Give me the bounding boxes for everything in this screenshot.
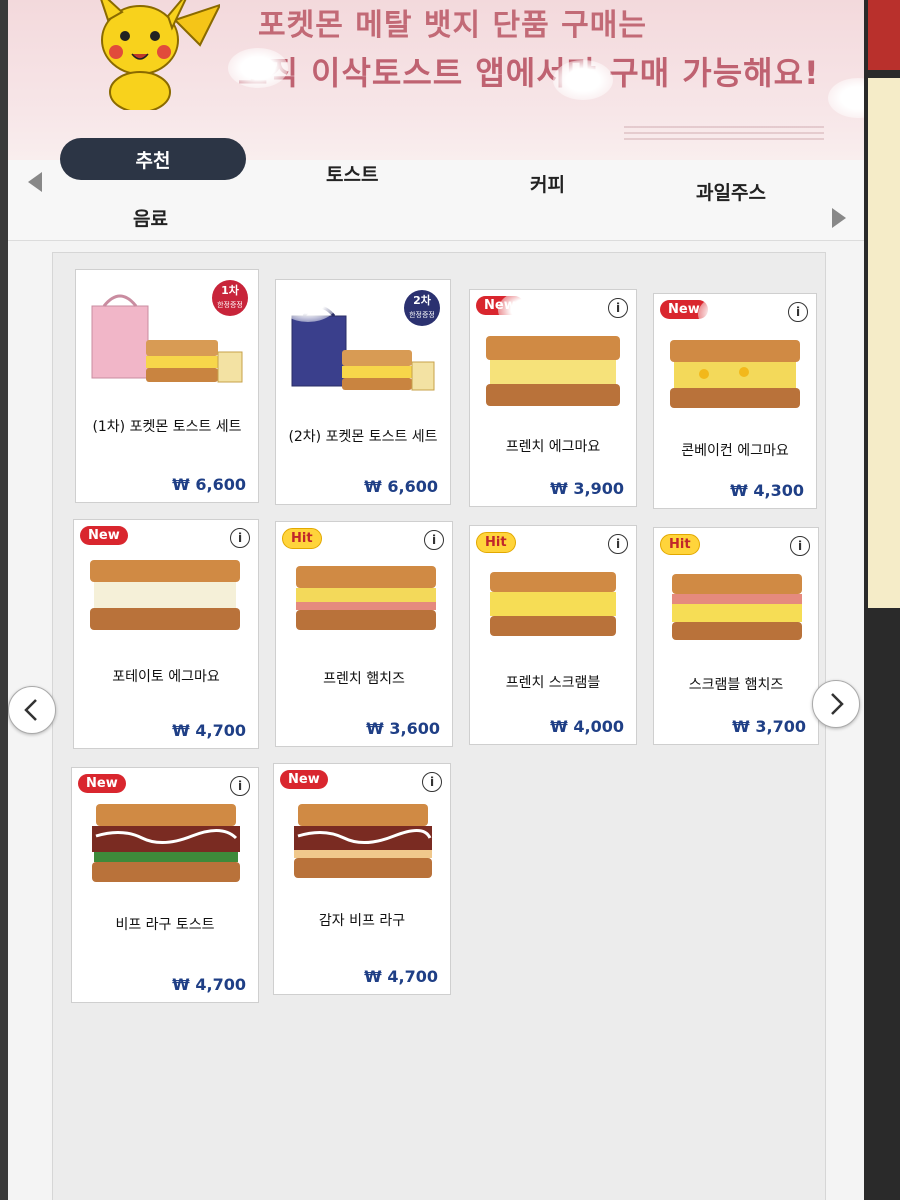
- product-price: ₩ 4,700: [172, 975, 246, 994]
- banner-subline: 오직 이삭토스트 앱에서만 구매 가능해요!: [238, 54, 820, 92]
- product-price: ₩ 6,600: [364, 477, 438, 496]
- product-card[interactable]: Hit i 스크램블 햄치즈 ₩ 3,700: [653, 527, 819, 745]
- hit-badge: Hit: [476, 532, 516, 553]
- tab-toast[interactable]: 토스트: [326, 160, 378, 187]
- info-icon[interactable]: i: [788, 302, 808, 322]
- product-name: 스크램블 햄치즈: [688, 677, 784, 693]
- product-card[interactable]: Hit i 프렌치 스크램블 ₩ 4,000: [469, 525, 637, 745]
- product-image: [296, 566, 436, 630]
- screen-glare: [553, 60, 613, 100]
- category-tabs: 추천 토스트 커피 과일주스 음료: [8, 138, 864, 241]
- product-image: [672, 574, 802, 640]
- sticky-note: [868, 78, 900, 608]
- device-frame-left: [0, 0, 8, 1200]
- info-icon[interactable]: i: [230, 776, 250, 796]
- product-card[interactable]: New i 프렌치 에그마요 ₩ 3,900: [469, 289, 637, 507]
- product-card[interactable]: New i 감자 비프 라구 ₩ 4,700: [273, 763, 451, 995]
- screen-glare: [228, 48, 288, 88]
- kiosk-screen: 포켓몬 메탈 뱃지 단품 구매는 오직 이삭토스트 앱에서만 구매 가능해요! …: [8, 0, 864, 1200]
- round-badge: 1차 한정증정: [212, 280, 248, 316]
- product-card[interactable]: New i 포테이토 에그마요 ₩ 4,700: [73, 519, 259, 749]
- screen-glare: [828, 78, 864, 118]
- screen-glare: [498, 290, 558, 330]
- banner-headline: 포켓몬 메탈 뱃지 단품 구매는: [258, 8, 647, 43]
- tab-fruit-juice[interactable]: 과일주스: [696, 178, 766, 205]
- new-badge: New: [280, 770, 328, 789]
- page-prev-button[interactable]: [8, 686, 56, 734]
- product-name: 비프 라구 토스트: [115, 917, 215, 933]
- product-name: 콘베이컨 에그마요: [681, 443, 789, 459]
- chevron-left-icon: [24, 699, 37, 721]
- product-image: [92, 804, 240, 882]
- tab-next-icon[interactable]: [830, 206, 848, 230]
- product-image: [90, 560, 240, 630]
- round-badge: 2차 한정증정: [404, 290, 440, 326]
- screen-glare: [698, 294, 758, 334]
- product-image: [490, 572, 616, 636]
- product-card[interactable]: Hit i 프렌치 햄치즈 ₩ 3,600: [275, 521, 453, 747]
- product-image: [294, 804, 432, 878]
- product-name: 감자 비프 라구: [318, 913, 406, 929]
- product-price: ₩ 4,700: [364, 967, 438, 986]
- product-name: (2차) 포켓몬 토스트 세트: [288, 429, 438, 445]
- info-icon[interactable]: i: [790, 536, 810, 556]
- product-name: 포테이토 에그마요: [112, 669, 220, 685]
- pikachu-illustration: [100, 0, 220, 110]
- info-icon[interactable]: i: [608, 298, 628, 318]
- product-name: 프렌치 스크램블: [505, 675, 601, 691]
- product-price: ₩ 3,900: [550, 479, 624, 498]
- info-icon[interactable]: i: [608, 534, 628, 554]
- product-price: ₩ 3,700: [732, 717, 806, 736]
- info-icon[interactable]: i: [422, 772, 442, 792]
- promo-banner[interactable]: 포켓몬 메탈 뱃지 단품 구매는 오직 이삭토스트 앱에서만 구매 가능해요!: [8, 0, 864, 161]
- tab-recommended[interactable]: 추천: [60, 138, 246, 180]
- hit-badge: Hit: [282, 528, 322, 549]
- product-price: ₩ 4,000: [550, 717, 624, 736]
- hit-badge: Hit: [660, 534, 700, 555]
- product-name: (1차) 포켓몬 토스트 세트: [92, 419, 242, 435]
- frame-accent: [868, 0, 900, 70]
- product-panel: 1차 한정증정 (1차) 포켓몬 토스트 세트 ₩ 6,600 2차 한정증정 (2…: [52, 252, 826, 1200]
- chevron-right-icon: [831, 693, 844, 715]
- tab-drinks[interactable]: 음료: [133, 204, 168, 231]
- banner-fineprint: [624, 126, 824, 144]
- product-price: ₩ 3,600: [366, 719, 440, 738]
- new-badge: New: [78, 774, 126, 793]
- product-card[interactable]: 1차 한정증정 (1차) 포켓몬 토스트 세트 ₩ 6,600: [75, 269, 259, 503]
- product-price: ₩ 4,700: [172, 721, 246, 740]
- product-card[interactable]: New i 비프 라구 토스트 ₩ 4,700: [71, 767, 259, 1003]
- info-icon[interactable]: i: [424, 530, 444, 550]
- page-next-button[interactable]: [812, 680, 860, 728]
- product-name: 프렌치 햄치즈: [323, 671, 405, 687]
- info-icon[interactable]: i: [230, 528, 250, 548]
- new-badge: New: [80, 526, 128, 545]
- tab-prev-icon[interactable]: [26, 170, 44, 194]
- screen-glare: [278, 282, 338, 322]
- device-frame-right: [862, 0, 900, 1200]
- product-price: ₩ 4,300: [730, 481, 804, 500]
- product-price: ₩ 6,600: [172, 475, 246, 494]
- tab-coffee[interactable]: 커피: [530, 170, 565, 197]
- product-name: 프렌치 에그마요: [505, 439, 601, 455]
